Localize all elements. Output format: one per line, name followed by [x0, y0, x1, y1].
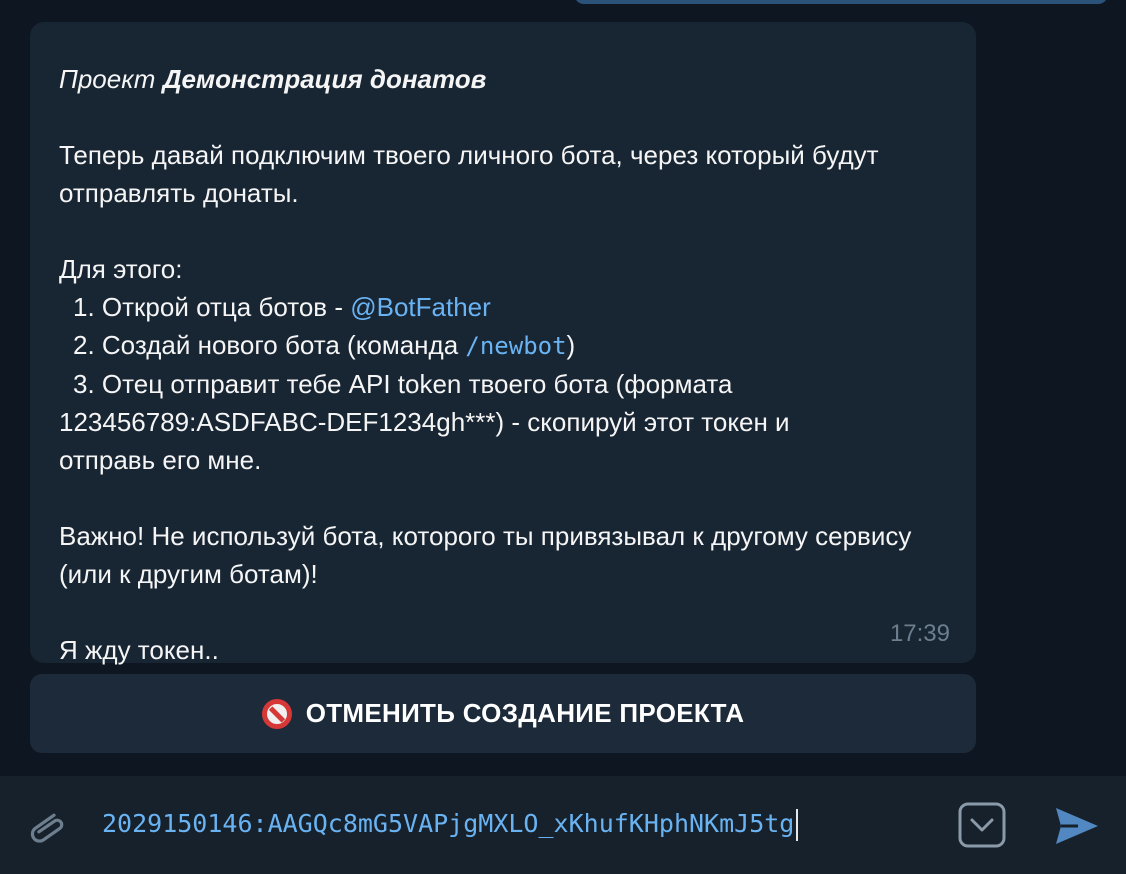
- project-line: Проект Демонстрация донатов: [59, 60, 948, 98]
- chat-area: Проект Демонстрация донатов Теперь давай…: [0, 0, 1126, 776]
- message-input-value: 2029150146:AAGQc8mG5VAPjgMXLO_xKhufKHphN…: [102, 809, 795, 838]
- steps-heading: Для этого:: [59, 254, 183, 284]
- step-3-line-3: отправь его мне.: [59, 445, 262, 475]
- bot-message-bubble: Проект Демонстрация донатов Теперь давай…: [30, 22, 976, 665]
- step-1-text: 1. Открой отца ботов -: [73, 292, 351, 322]
- project-prefix: Проект: [59, 64, 156, 94]
- bot-keyboard-icon[interactable]: [958, 802, 1006, 848]
- cancel-project-label: ОТМЕНИТЬ СОЗДАНИЕ ПРОЕКТА: [305, 698, 745, 728]
- step-3-line-1: 3. Отец отправит тебе API token твоего б…: [73, 369, 733, 399]
- paperclip-icon[interactable]: [22, 802, 70, 850]
- message-composer: 2029150146:AAGQc8mG5VAPjgMXLO_xKhufKHphN…: [0, 776, 1126, 874]
- newbot-command-link[interactable]: /newbot: [465, 332, 566, 360]
- step-1: 1. Открой отца ботов - @BotFather: [59, 288, 948, 326]
- warning-text: Важно! Не используй бота, которого ты пр…: [59, 521, 912, 589]
- step-3-line-2: 123456789:ASDFABC-DEF1234gh***) - скопир…: [59, 407, 790, 437]
- no-entry-icon: [261, 698, 292, 729]
- step-2: 2. Создай нового бота (команда /newbot): [59, 326, 948, 365]
- send-icon[interactable]: [1054, 804, 1100, 848]
- message-input[interactable]: 2029150146:AAGQc8mG5VAPjgMXLO_xKhufKHphN…: [102, 806, 799, 842]
- intro-text: Теперь давай подключим твоего личного бо…: [59, 140, 879, 208]
- text-caret: [796, 809, 799, 841]
- message-time: 17:39: [889, 620, 950, 647]
- step-2-end: ): [566, 330, 576, 360]
- botfather-link[interactable]: @BotFather: [350, 292, 491, 322]
- step-2-text: 2. Создай нового бота (команда: [73, 330, 466, 360]
- cancel-project-button[interactable]: ОТМЕНИТЬ СОЗДАНИЕ ПРОЕКТА: [30, 674, 976, 753]
- previous-message-bubble: [574, 0, 1108, 4]
- waiting-text: Я жду токен..: [59, 635, 219, 665]
- project-name: Демонстрация донатов: [162, 64, 487, 94]
